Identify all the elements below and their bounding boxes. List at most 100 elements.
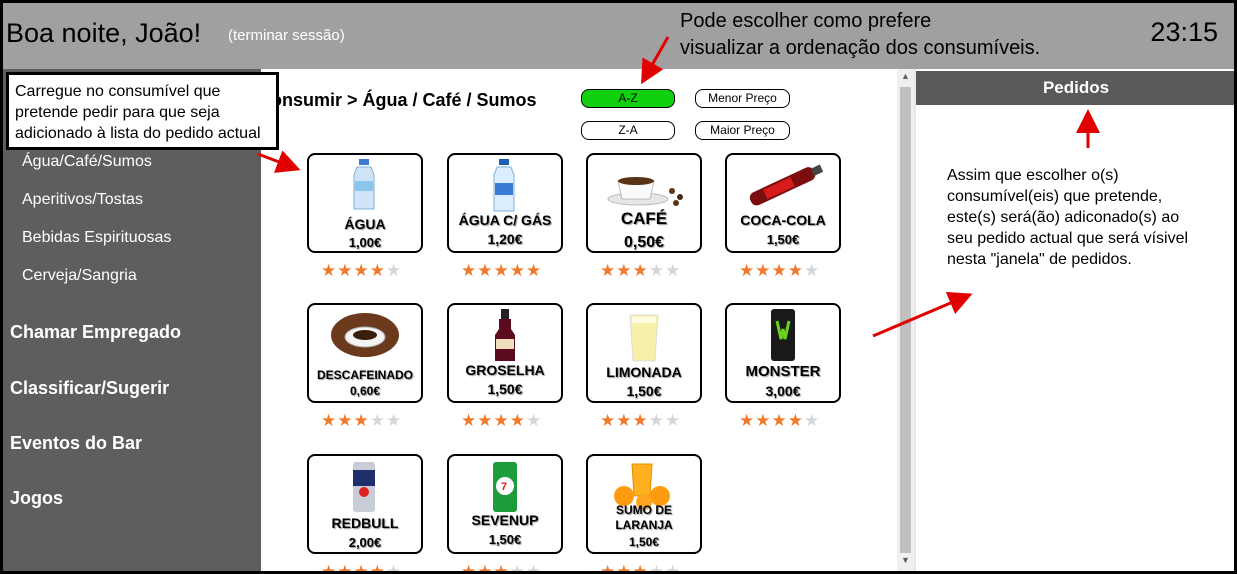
star-empty-icon: ★ — [386, 411, 402, 430]
star-filled-icon: ★ — [321, 261, 337, 280]
redbull-can-icon — [353, 462, 375, 512]
sidebar-item-classificar-sugerir[interactable]: Classificar/Sugerir — [10, 378, 169, 399]
product-rating: ★ ★ ★ ★ ★ — [600, 411, 681, 430]
breadcrumb: onsumir > Água / Café / Sumos — [271, 90, 537, 110]
orders-annotation-line: Assim que escolher o(s) — [947, 167, 1119, 184]
orders-annotation-line: nesta "janela" de pedidos. — [947, 251, 1132, 268]
star-empty-icon: ★ — [804, 411, 820, 430]
scroll-down-arrow-icon[interactable]: ▼ — [897, 555, 914, 569]
product-price: 1,50€ — [766, 232, 800, 247]
star-filled-icon: ★ — [755, 261, 771, 280]
star-empty-icon: ★ — [369, 411, 385, 430]
sidebar-item-aperitivos-tostas[interactable]: Aperitivos/Tostas — [22, 191, 143, 209]
top-bar: Boa noite, João! (terminar sessão) Pode … — [3, 3, 1234, 69]
sidebar-item-bebidas-espirituosas[interactable]: Bebidas Espirituosas — [22, 229, 171, 247]
scroll-thumb[interactable] — [900, 87, 911, 553]
star-filled-icon: ★ — [477, 411, 493, 430]
star-filled-icon: ★ — [771, 261, 787, 280]
svg-text:7: 7 — [501, 481, 507, 493]
click-product-callout: Carregue no consumível que pretende pedi… — [6, 72, 279, 150]
product-name: SUMO DE LARANJA — [615, 503, 673, 532]
star-filled-icon: ★ — [337, 261, 353, 280]
product-card[interactable]: 7 SEVENUP 1,50€ — [447, 454, 563, 554]
product-price: 0,60€ — [349, 384, 381, 398]
product-name: SEVENUP — [471, 512, 539, 528]
product-price: 2,00€ — [348, 535, 382, 550]
star-empty-icon: ★ — [665, 562, 681, 574]
product-card[interactable]: COCA-COLA 1,50€ — [725, 153, 841, 253]
logout-link[interactable]: (terminar sessão) — [228, 27, 345, 44]
star-empty-icon: ★ — [648, 261, 664, 280]
star-filled-icon: ★ — [600, 411, 616, 430]
sort-annotation-line: Pode escolher como prefere — [680, 10, 932, 32]
product-card[interactable]: ÁGUA C/ GÁS 1,20€ — [447, 153, 563, 253]
sidebar-item-cerveja-sangria[interactable]: Cerveja/Sangria — [22, 267, 137, 285]
product-rating: ★ ★ ★ ★ ★ — [461, 261, 541, 280]
star-filled-icon: ★ — [755, 411, 771, 430]
star-filled-icon: ★ — [493, 411, 509, 430]
star-filled-icon: ★ — [321, 562, 337, 574]
product-rating: ★ ★ ★ ★ ★ — [321, 562, 402, 574]
product-card[interactable]: LIMONADA 1,50€ — [586, 303, 702, 403]
sort-az-button[interactable]: A-Z — [581, 89, 675, 108]
star-empty-icon: ★ — [386, 562, 402, 574]
product-rating: ★ ★ ★ ★ ★ — [461, 562, 542, 574]
product-price: 1,20€ — [487, 231, 523, 247]
star-filled-icon: ★ — [632, 562, 648, 574]
product-card[interactable]: MONSTER 3,00€ — [725, 303, 841, 403]
orders-annotation-line: seu pedido actual que será vísivel — [947, 230, 1189, 247]
energy-can-icon — [771, 309, 795, 361]
clock: 23:15 — [1150, 17, 1218, 47]
water-bottle-icon — [353, 159, 375, 210]
sort-lower-price-button[interactable]: Menor Preço — [695, 89, 790, 108]
product-name: ÁGUA C/ GÁS — [458, 212, 552, 228]
product-card[interactable]: SUMO DE LARANJA 1,50€ — [586, 454, 702, 554]
star-filled-icon: ★ — [600, 261, 616, 280]
star-filled-icon: ★ — [461, 562, 477, 574]
star-filled-icon: ★ — [477, 562, 493, 574]
orders-annotation-line: este(s) será(ão) adiconado(s) ao — [947, 209, 1180, 226]
sidebar-item-chamar-empregado[interactable]: Chamar Empregado — [10, 322, 181, 343]
product-name: LIMONADA — [606, 364, 682, 380]
scrollbar[interactable]: ▲ ▼ — [897, 69, 914, 571]
orders-title: Pedidos — [916, 71, 1234, 105]
sparkling-water-icon — [493, 159, 515, 212]
star-filled-icon: ★ — [461, 411, 477, 430]
star-empty-icon: ★ — [665, 411, 681, 430]
star-filled-icon: ★ — [337, 562, 353, 574]
product-rating: ★ ★ ★ ★ ★ — [321, 261, 401, 280]
sevenup-can-icon: 7 — [493, 462, 517, 512]
cola-bottle-icon — [749, 164, 824, 206]
star-filled-icon: ★ — [369, 261, 385, 280]
star-filled-icon: ★ — [739, 261, 755, 280]
sort-higher-price-button[interactable]: Maior Preço — [695, 121, 790, 140]
callout-line: adicionado à lista do pedido actual — [15, 125, 261, 142]
product-name: REDBULL — [331, 515, 399, 531]
product-card[interactable]: CAFÉ 0,50€ — [586, 153, 702, 253]
sidebar-item-jogos[interactable]: Jogos — [10, 488, 63, 509]
scroll-up-arrow-icon[interactable]: ▲ — [897, 71, 914, 85]
star-filled-icon: ★ — [509, 261, 525, 280]
sort-annotation: Pode escolher como prefere visualizar a … — [680, 8, 1040, 62]
star-filled-icon: ★ — [787, 411, 803, 430]
greeting: Boa noite, João! — [6, 18, 202, 48]
star-filled-icon: ★ — [509, 411, 525, 430]
sidebar-item-eventos-do-bar[interactable]: Eventos do Bar — [10, 433, 142, 454]
product-rating: ★ ★ ★ ★ ★ — [600, 562, 681, 574]
star-filled-icon: ★ — [632, 411, 648, 430]
product-name: CAFÉ — [620, 209, 668, 228]
star-empty-icon: ★ — [648, 411, 664, 430]
star-filled-icon: ★ — [461, 261, 477, 280]
star-empty-icon: ★ — [526, 562, 542, 574]
sidebar-item-agua-cafe-sumos[interactable]: Água/Café/Sumos — [22, 153, 152, 171]
star-filled-icon: ★ — [353, 411, 369, 430]
sort-za-button[interactable]: Z-A — [581, 121, 675, 140]
product-card[interactable]: REDBULL 2,00€ — [307, 454, 423, 554]
product-card[interactable]: DESCAFEINADO 0,60€ — [307, 303, 423, 403]
product-price: 0,50€ — [623, 234, 665, 251]
star-filled-icon: ★ — [616, 261, 632, 280]
star-filled-icon: ★ — [493, 562, 509, 574]
product-card[interactable]: GROSELHA 1,50€ — [447, 303, 563, 403]
product-card[interactable]: ÁGUA 1,00€ — [307, 153, 423, 253]
star-filled-icon: ★ — [321, 411, 337, 430]
